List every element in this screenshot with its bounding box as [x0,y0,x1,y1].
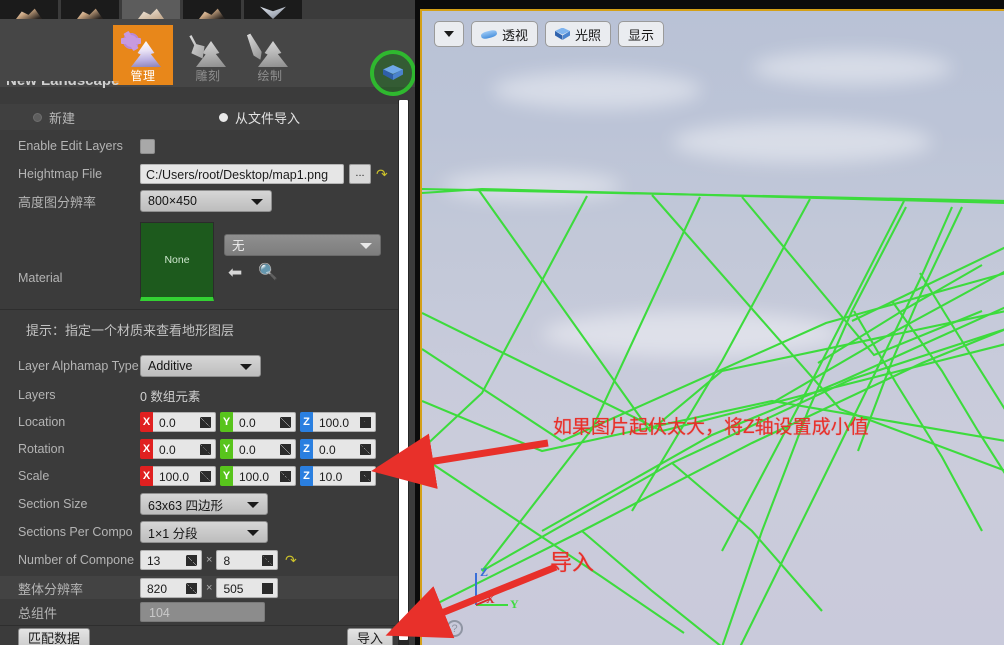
annotation-arrows [371,433,558,639]
app-root: 管理 雕刻 绘制 New Landscape [0,0,1004,645]
arrow-to-z-scale [371,433,549,489]
arrow-to-import-button [385,563,558,639]
